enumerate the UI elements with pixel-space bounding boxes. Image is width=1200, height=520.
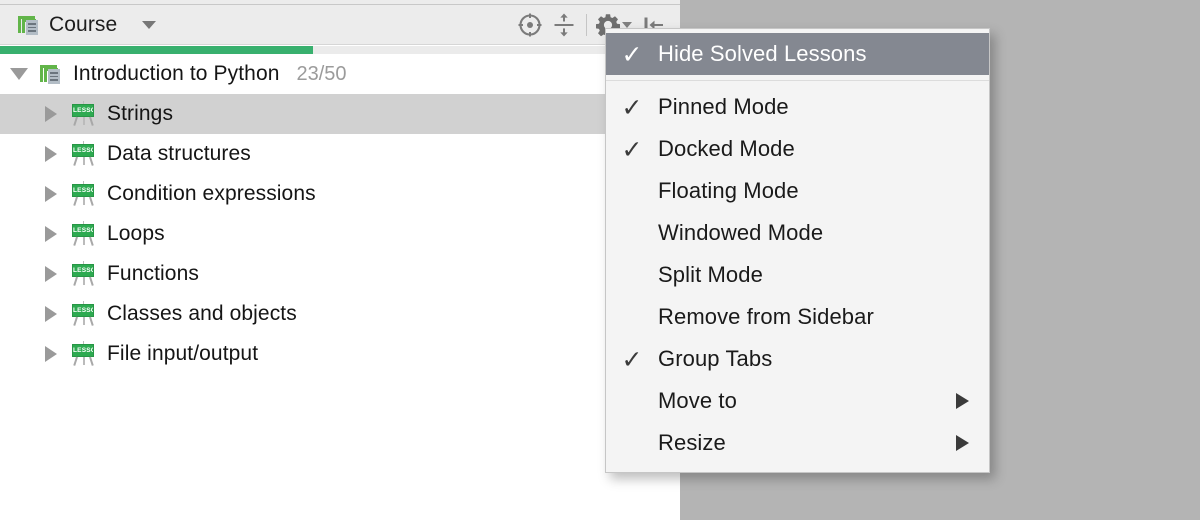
tree-lesson-label: Strings bbox=[107, 102, 174, 125]
tool-window-header: Course bbox=[0, 5, 680, 45]
tree-row-lesson[interactable]: LESSON Data structures bbox=[0, 134, 680, 174]
check-icon: ✓ bbox=[621, 39, 643, 69]
chevron-right-icon bbox=[45, 346, 57, 362]
course-progress-bar bbox=[0, 46, 680, 54]
tree-lesson-label: Data structures bbox=[107, 142, 251, 165]
tree-root-progress-count: 23/50 bbox=[296, 62, 347, 85]
expand-toggle[interactable] bbox=[32, 226, 70, 242]
tool-window-options-menu[interactable]: ✓ Hide Solved Lessons ✓ Pinned Mode ✓ Docked … bbox=[605, 28, 990, 473]
menu-item[interactable]: Split Mode bbox=[606, 254, 989, 296]
expand-toggle[interactable] bbox=[0, 68, 38, 80]
tool-window-title-group[interactable]: Course bbox=[16, 5, 157, 45]
menu-item-label: Resize bbox=[658, 430, 726, 455]
collapse-all-button[interactable] bbox=[547, 8, 581, 42]
menu-item-list: ✓ Hide Solved Lessons ✓ Pinned Mode ✓ Docked … bbox=[606, 33, 989, 464]
lesson-icon: LESSON bbox=[70, 181, 96, 207]
expand-toggle[interactable] bbox=[32, 266, 70, 282]
menu-item-label: Floating Mode bbox=[658, 178, 799, 203]
lesson-icon: LESSON bbox=[70, 141, 96, 167]
tree-lesson-label: File input/output bbox=[107, 342, 259, 365]
lesson-icon: LESSON bbox=[70, 301, 96, 327]
course-icon bbox=[38, 62, 62, 86]
menu-item[interactable]: Remove from Sidebar bbox=[606, 296, 989, 338]
lesson-icon-label: LESSON bbox=[72, 184, 94, 197]
target-icon bbox=[518, 13, 542, 37]
course-tool-window: Course Introduction to Python 23/50 LESS… bbox=[0, 0, 680, 520]
chevron-right-icon bbox=[45, 106, 57, 122]
lesson-icon-label: LESSON bbox=[72, 264, 94, 277]
lesson-icon-label: LESSON bbox=[72, 104, 94, 117]
chevron-right-icon bbox=[45, 306, 57, 322]
tree-root-label: Introduction to Python bbox=[73, 62, 280, 85]
menu-item[interactable]: ✓ Hide Solved Lessons bbox=[606, 33, 989, 75]
tree-row-lesson[interactable]: LESSON Classes and objects bbox=[0, 294, 680, 334]
toolbar-separator bbox=[586, 14, 587, 36]
tree-row-lesson[interactable]: LESSON Condition expressions bbox=[0, 174, 680, 214]
tree-row-lesson[interactable]: LESSON Functions bbox=[0, 254, 680, 294]
submenu-arrow-icon bbox=[956, 435, 969, 451]
course-icon bbox=[16, 13, 40, 37]
tree-row-lesson[interactable]: LESSON Strings bbox=[0, 94, 680, 134]
menu-item[interactable]: Windowed Mode bbox=[606, 212, 989, 254]
chevron-right-icon bbox=[45, 186, 57, 202]
menu-item[interactable]: Resize bbox=[606, 422, 989, 464]
lesson-icon-label: LESSON bbox=[72, 144, 94, 157]
menu-item-label: Windowed Mode bbox=[658, 220, 824, 245]
menu-item-label: Pinned Mode bbox=[658, 94, 789, 119]
tree-lesson-label: Condition expressions bbox=[107, 182, 316, 205]
course-tree[interactable]: Introduction to Python 23/50 LESSON Strin… bbox=[0, 54, 680, 520]
menu-item[interactable]: ✓ Docked Mode bbox=[606, 128, 989, 170]
chevron-right-icon bbox=[45, 146, 57, 162]
app-window: Course Introduction to Python 23/50 LESS… bbox=[0, 0, 1200, 520]
expand-toggle[interactable] bbox=[32, 186, 70, 202]
tree-lesson-label: Functions bbox=[107, 262, 199, 285]
menu-item-label: Move to bbox=[658, 388, 737, 413]
submenu-arrow-icon bbox=[956, 393, 969, 409]
tree-row-root[interactable]: Introduction to Python 23/50 bbox=[0, 54, 680, 94]
course-progress-fill bbox=[0, 46, 313, 54]
menu-item[interactable]: ✓ Group Tabs bbox=[606, 338, 989, 380]
expand-toggle[interactable] bbox=[32, 346, 70, 362]
menu-separator bbox=[606, 80, 989, 81]
menu-bottom-padding bbox=[606, 464, 989, 472]
menu-item-label: Hide Solved Lessons bbox=[658, 41, 867, 66]
lesson-icon-label: LESSON bbox=[72, 304, 94, 317]
scroll-from-source-button[interactable] bbox=[513, 8, 547, 42]
menu-item-label: Split Mode bbox=[658, 262, 763, 287]
lesson-icon: LESSON bbox=[70, 221, 96, 247]
collapse-all-icon bbox=[554, 13, 574, 37]
lesson-icon-label: LESSON bbox=[72, 224, 94, 237]
check-icon: ✓ bbox=[621, 344, 643, 374]
expand-toggle[interactable] bbox=[32, 306, 70, 322]
chevron-down-icon bbox=[10, 68, 28, 80]
check-icon: ✓ bbox=[621, 134, 643, 164]
menu-item-label: Docked Mode bbox=[658, 136, 795, 161]
menu-item[interactable]: Move to bbox=[606, 380, 989, 422]
menu-item-label: Group Tabs bbox=[658, 346, 773, 371]
lesson-icon-label: LESSON bbox=[72, 344, 94, 357]
menu-item-label: Remove from Sidebar bbox=[658, 304, 874, 329]
menu-item[interactable]: ✓ Pinned Mode bbox=[606, 86, 989, 128]
check-icon: ✓ bbox=[621, 92, 643, 122]
tree-lesson-label: Loops bbox=[107, 222, 165, 245]
menu-item[interactable]: Floating Mode bbox=[606, 170, 989, 212]
lesson-icon: LESSON bbox=[70, 101, 96, 127]
chevron-right-icon bbox=[45, 226, 57, 242]
chevron-right-icon bbox=[45, 266, 57, 282]
tree-row-lesson[interactable]: LESSON Loops bbox=[0, 214, 680, 254]
lesson-list: LESSONStringsLESSONData structuresLESSON… bbox=[0, 94, 680, 374]
tree-lesson-label: Classes and objects bbox=[107, 302, 297, 325]
lesson-icon: LESSON bbox=[70, 261, 96, 287]
tool-window-title: Course bbox=[49, 13, 118, 36]
expand-toggle[interactable] bbox=[32, 146, 70, 162]
chevron-down-icon[interactable] bbox=[142, 21, 157, 29]
lesson-icon: LESSON bbox=[70, 341, 96, 367]
tree-row-lesson[interactable]: LESSON File input/output bbox=[0, 334, 680, 374]
expand-toggle[interactable] bbox=[32, 106, 70, 122]
